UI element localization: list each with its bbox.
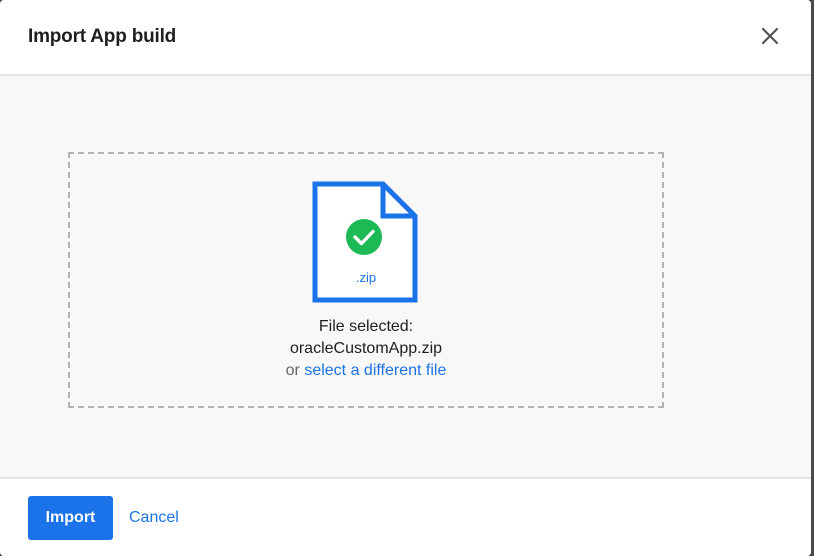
file-extension-label: .zip	[355, 270, 377, 285]
file-icon: .zip	[311, 180, 421, 304]
dialog-title: Import App build	[28, 26, 177, 47]
dialog-body: .zip File selected: oracleCustomApp.zip …	[0, 76, 811, 477]
import-dialog: Import App build .zip File selected: ora…	[0, 0, 811, 556]
select-different-file-link[interactable]: select a different file	[304, 362, 446, 379]
select-different-line: or select a different file	[70, 360, 662, 382]
close-button[interactable]	[756, 22, 784, 50]
status-label: File selected:	[318, 318, 414, 335]
or-text: or	[285, 362, 300, 379]
cancel-button[interactable]: Cancel	[129, 496, 179, 540]
check-circle-icon	[346, 219, 382, 255]
file-name: oracleCustomApp.zip	[289, 340, 443, 357]
file-dropzone[interactable]: .zip File selected: oracleCustomApp.zip …	[68, 152, 664, 408]
close-icon	[761, 27, 779, 45]
dialog-footer: Import Cancel	[0, 477, 811, 556]
file-status: File selected: oracleCustomApp.zip or se…	[70, 316, 662, 382]
dialog-header: Import App build	[0, 0, 811, 76]
import-button[interactable]: Import	[28, 496, 113, 540]
